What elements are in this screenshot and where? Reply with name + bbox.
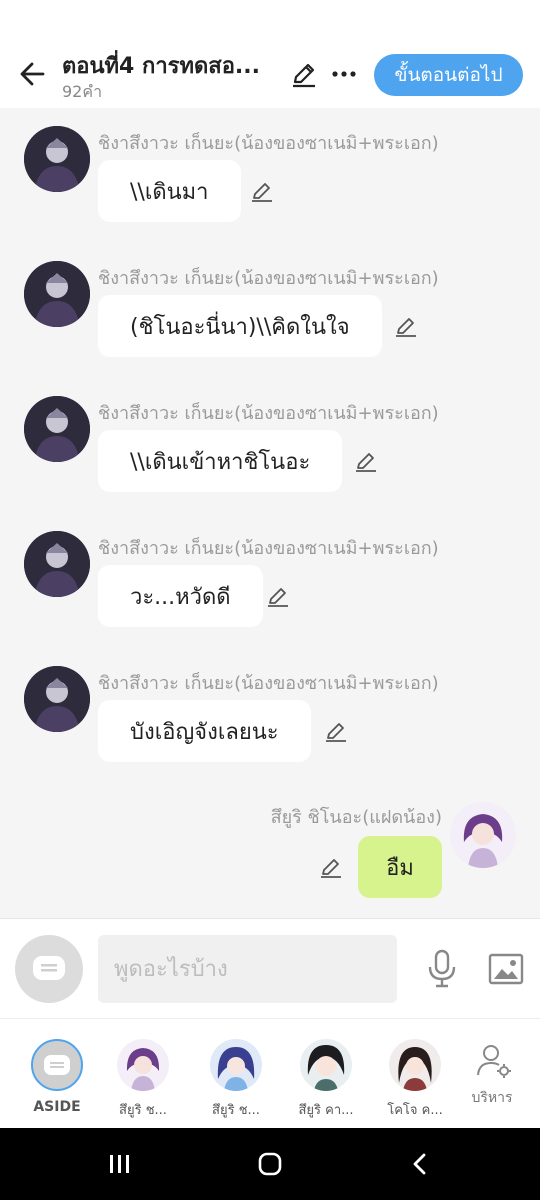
message-row: ชิงาสึงาวะ เก็นยะ(น้องของซาเนมิ+พระเอก) … xyxy=(0,513,540,633)
mic-button[interactable] xyxy=(420,947,464,991)
page-title: ตอนที่4 การทดสอ... xyxy=(62,54,260,79)
home-button[interactable] xyxy=(250,1146,290,1182)
character-label: สึยูริ ช... xyxy=(212,1103,260,1118)
avatar xyxy=(117,1039,169,1091)
avatar[interactable] xyxy=(24,396,90,462)
sender-name: สึยูริ ชิโนอะ(แฝดน้อง) xyxy=(270,807,442,828)
recents-button[interactable] xyxy=(100,1146,140,1182)
user-gear-icon xyxy=(474,1041,514,1081)
character-bar: ASIDE สึยูริ ช... สึยูริ ช... สึยูริ คา.… xyxy=(0,1018,540,1128)
edit-message-button[interactable] xyxy=(323,718,349,744)
character-aside[interactable]: ASIDE xyxy=(17,1039,97,1119)
message-bubble[interactable]: (ชิโนอะนี่นา)\\คิดในใจ xyxy=(98,295,382,357)
status-bar-area xyxy=(0,0,540,40)
sender-name: ชิงาสึงาวะ เก็นยะ(น้องของซาเนมิ+พระเอก) xyxy=(98,268,439,289)
edit-message-button[interactable] xyxy=(353,448,379,474)
manage-label: บริหาร xyxy=(471,1090,513,1106)
sender-name: ชิงาสึงาวะ เก็นยะ(น้องของซาเนมิ+พระเอก) xyxy=(98,538,439,559)
chat-bubble-icon xyxy=(44,1055,70,1075)
message-bubble[interactable]: \\เดินเข้าหาชิโนอะ xyxy=(98,430,343,492)
message-bubble[interactable]: บังเอิญจังเลยนะ xyxy=(98,700,311,762)
message-bubble[interactable]: วะ...หวัดดี xyxy=(98,565,263,627)
next-step-button[interactable]: ขั้นตอนต่อไป xyxy=(374,54,523,96)
header: ตอนที่4 การทดสอ... 92คำ ขั้นตอนต่อไป xyxy=(0,40,540,108)
message-input[interactable] xyxy=(98,935,397,1003)
character-item[interactable]: สึยูริ คา... xyxy=(286,1039,366,1119)
my-message-row: สึยูริ ชิโนอะ(แฝดน้อง) อืม xyxy=(0,798,540,908)
mic-icon xyxy=(428,949,456,988)
pencil-icon xyxy=(293,63,315,88)
edit-message-button[interactable] xyxy=(318,854,344,880)
chat-area: ชิงาสึงาวะ เก็นยะ(น้องของซาเนมิ+พระเอก) … xyxy=(0,108,540,918)
image-button[interactable] xyxy=(486,949,526,989)
avatar xyxy=(300,1039,352,1091)
sender-name: ชิงาสึงาวะ เก็นยะ(น้องของซาเนมิ+พระเอก) xyxy=(98,403,439,424)
message-row: ชิงาสึงาวะ เก็นยะ(น้องของซาเนมิ+พระเอก) … xyxy=(0,648,540,768)
character-label: ASIDE xyxy=(33,1099,81,1115)
home-icon xyxy=(258,1152,282,1176)
word-count: 92คำ xyxy=(62,82,103,101)
pencil-icon xyxy=(252,183,272,202)
nav-back-button[interactable] xyxy=(400,1146,440,1182)
nav-back-icon xyxy=(413,1153,426,1175)
edit-message-button[interactable] xyxy=(393,313,419,339)
character-label: โคโจ ค... xyxy=(387,1103,443,1118)
message-row: ชิงาสึงาวะ เก็นยะ(น้องของซาเนมิ+พระเอก) … xyxy=(0,378,540,498)
message-row: ชิงาสึงาวะ เก็นยะ(น้องของซาเนมิ+พระเอก) … xyxy=(0,108,540,228)
avatar[interactable] xyxy=(24,261,90,327)
character-label: สึยูริ คา... xyxy=(298,1103,354,1118)
pencil-icon xyxy=(321,859,341,878)
my-message-bubble[interactable]: อืม xyxy=(358,836,442,898)
character-item[interactable]: สึยูริ ช... xyxy=(196,1039,276,1119)
avatar[interactable] xyxy=(24,126,90,192)
pencil-icon xyxy=(396,318,416,337)
system-nav-bar xyxy=(0,1128,540,1200)
aside-toggle-button[interactable] xyxy=(15,935,83,1003)
avatar xyxy=(31,1039,83,1091)
edit-message-button[interactable] xyxy=(249,178,275,204)
back-arrow-icon xyxy=(20,62,45,86)
avatar[interactable] xyxy=(24,666,90,732)
input-bar xyxy=(0,918,540,1018)
message-row: ชิงาสึงาวะ เก็นยะ(น้องของซาเนมิ+พระเอก) … xyxy=(0,243,540,363)
character-label: สึยูริ ช... xyxy=(119,1103,167,1118)
recents-icon xyxy=(110,1155,129,1173)
avatar[interactable] xyxy=(450,802,516,868)
more-button[interactable] xyxy=(328,58,360,90)
image-icon xyxy=(488,953,524,985)
manage-button[interactable]: บริหาร xyxy=(452,1039,532,1119)
pencil-icon xyxy=(326,723,346,742)
edit-message-button[interactable] xyxy=(265,583,291,609)
sender-name: ชิงาสึงาวะ เก็นยะ(น้องของซาเนมิ+พระเอก) xyxy=(98,673,439,694)
avatar xyxy=(389,1039,441,1091)
chat-bubble-icon xyxy=(33,956,65,980)
avatar[interactable] xyxy=(24,531,90,597)
edit-title-button[interactable] xyxy=(288,58,320,90)
more-dots-icon xyxy=(332,71,356,77)
avatar xyxy=(210,1039,262,1091)
message-bubble[interactable]: \\เดินมา xyxy=(98,160,241,222)
character-item[interactable]: โคโจ ค... xyxy=(375,1039,455,1119)
sender-name: ชิงาสึงาวะ เก็นยะ(น้องของซาเนมิ+พระเอก) xyxy=(98,133,439,154)
pencil-icon xyxy=(268,588,288,607)
character-item[interactable]: สึยูริ ช... xyxy=(103,1039,183,1119)
back-button[interactable] xyxy=(14,56,50,92)
pencil-icon xyxy=(356,453,376,472)
